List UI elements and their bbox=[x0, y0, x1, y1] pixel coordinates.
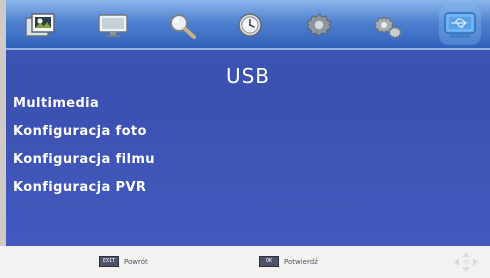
exit-key-badge: EXIT bbox=[99, 256, 119, 267]
tv-icon bbox=[95, 10, 131, 40]
tab-clock[interactable] bbox=[229, 5, 271, 45]
page-title: USB bbox=[225, 64, 271, 88]
tab-tv[interactable] bbox=[92, 5, 134, 45]
back-hint[interactable]: EXIT Powrót bbox=[99, 256, 148, 267]
menu-item-multimedia[interactable]: Multimedia bbox=[13, 94, 313, 122]
tab-gear[interactable] bbox=[298, 5, 340, 45]
menu-item-pvr-configuration[interactable]: Konfiguracja PVR bbox=[13, 178, 313, 206]
image-icon bbox=[22, 10, 58, 40]
menu-item-photo-configuration[interactable]: Konfiguracja foto bbox=[13, 122, 313, 150]
confirm-hint[interactable]: OK Potwierdź bbox=[259, 256, 318, 267]
confirm-label: Potwierdź bbox=[284, 257, 318, 266]
search-icon bbox=[164, 10, 200, 40]
gear-icon bbox=[301, 10, 337, 40]
tab-search[interactable] bbox=[161, 5, 203, 45]
settings-gear-icon bbox=[369, 10, 405, 40]
usb-menu-list: Multimedia Konfiguracja foto Konfiguracj… bbox=[13, 94, 313, 206]
clock-icon bbox=[232, 10, 268, 40]
footer-hint-bar: EXIT Powrót OK Potwierdź bbox=[6, 246, 490, 276]
usb-icon bbox=[442, 9, 478, 41]
tab-usb[interactable] bbox=[439, 5, 481, 45]
tv-usb-menu-screen: USB Multimedia Konfiguracja foto Konfigu… bbox=[0, 0, 490, 276]
back-label: Powrót bbox=[124, 257, 148, 266]
ok-key-badge: OK bbox=[259, 256, 279, 267]
navigation-arrows-icon bbox=[452, 250, 480, 274]
top-tab-bar bbox=[6, 0, 490, 50]
menu-item-movie-configuration[interactable]: Konfiguracja filmu bbox=[13, 150, 313, 178]
tab-image[interactable] bbox=[19, 5, 61, 45]
tab-settings-gear[interactable] bbox=[366, 5, 408, 45]
